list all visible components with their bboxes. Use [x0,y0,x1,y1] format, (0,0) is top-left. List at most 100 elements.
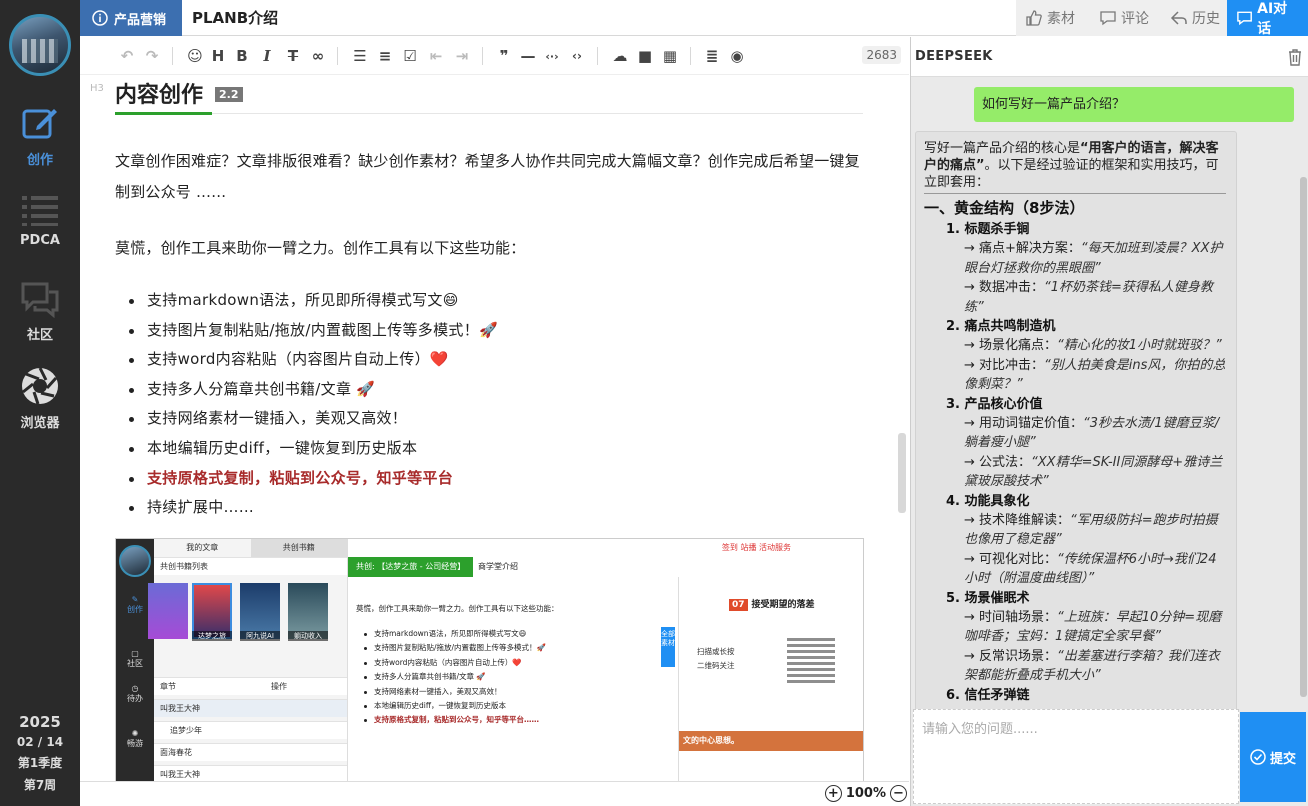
indent-icon[interactable]: ⇥ [452,46,472,66]
list-item: 持续扩展中…… [115,493,875,523]
chat-bubble-icon [1237,11,1252,26]
divider [337,47,338,65]
list-item: 支持word内容粘贴（内容图片自动上传）❤️ [115,345,875,375]
shot-top-links: 签到 站播 活动服务 [721,543,791,552]
shot-scan-text: 扫描或长按 二维码关注 [697,647,735,670]
quarter: 第1季度 [17,756,63,770]
code-block-icon[interactable]: ‹› [567,46,587,66]
shot-intro: 莫慌，创作工具来助你一臂之力。创作工具有以下这些功能： [356,604,559,613]
ai-scrollbar[interactable] [1300,177,1307,697]
material-label: 素材 [1047,11,1075,27]
shot-tabs: 我的文章 共创书籍 [154,539,347,557]
upload-icon[interactable]: ☁ [610,46,630,66]
ai-sections: 1. 标题杀手锏 → 痛点+解决方案：“每天加班到凌晨？XX护眼台灯拯救你的黑眼圈… [924,220,1226,705]
ai-section-line: → 可视化对比：“传统保温杯6小时→我们24小时（附温度曲线图）” [964,551,1217,587]
list-item: 本地编辑历史diff，一键恢复到历史版本 [115,434,875,464]
question-input[interactable] [914,710,1238,803]
ai-section-title: 3. 产品核心价值 [946,396,1043,412]
top-bar: 产品营销 PLANB介绍 素材 评论 历史 AI对话 [80,0,1308,37]
shot-side-item: ▢ 社区 [127,649,143,668]
ai-section-line: → 技术降维解读：“军用级防抖=跑步时拍摄也像用了稳定器” [964,512,1218,548]
heading-icon[interactable]: H [208,46,228,66]
submit-button[interactable]: 提交 [1240,712,1306,802]
divider [597,47,598,65]
editor-content[interactable]: H3 内容创作 2.2 文章创作困难症？文章排版很难看？缺少创作素材？希望多人协作… [80,75,909,781]
bullet-list-icon[interactable]: ☰ [350,46,370,66]
shot-chapter-header: 章节 操作 [154,677,347,695]
divider [482,47,483,65]
ai-chat-label: AI对话 [1257,1,1288,37]
emoji-icon[interactable]: ☺ [185,46,205,66]
sidebar-item-browser[interactable]: 浏览器 [0,366,80,431]
ai-section-title: 4. 功能具象化 [946,493,1030,509]
preview-eye-icon[interactable]: ◉ [727,46,747,66]
shot-main: 签到 站播 活动服务 共创: 【达梦之旅 - 公司经营】 商学堂介绍 莫慌，创作… [348,539,863,781]
doc-title: PLANB介绍 [192,9,279,27]
ai-section-title: 5. 场景催眠术 [946,590,1030,606]
shot-side-item: ✺ 畅游 [127,729,143,748]
list-item: 支持网络素材一键插入，美观又高效！ [115,404,875,434]
history-label: 历史 [1192,11,1220,27]
trash-icon[interactable] [1287,48,1303,66]
inline-code-icon[interactable]: ‹·› [542,46,562,66]
category-badge[interactable]: 产品营销 [80,0,182,36]
week: 第7周 [23,778,57,792]
undo-icon[interactable]: ↶ [117,46,137,66]
history-button[interactable]: 历史 [1161,0,1231,36]
quote-icon[interactable]: ❞ [494,46,514,66]
zoom-out-icon[interactable]: − [890,785,907,802]
checklist-icon[interactable]: ☑ [400,46,420,66]
edit-icon [22,109,57,139]
sidebar-item-pdca[interactable]: PDCA [0,193,80,248]
align-icon[interactable]: ≣ [702,46,722,66]
link-icon[interactable]: ∞ [308,46,328,66]
shot-banner: 文的中心思想。 [679,731,863,751]
check-circle-icon [1250,749,1266,765]
camera-icon[interactable]: ■ [635,46,655,66]
section-heading-text: 内容创作 [115,83,204,108]
question-input-box[interactable] [913,709,1239,804]
sidebar-item-label: 创作 [26,153,53,168]
date-panel: 2025 02 / 14 第1季度 第7周 [0,713,80,798]
heading-underline-accent [115,112,212,115]
qr-code [787,635,835,683]
shot-chapter-row: 面海春花 [154,743,347,761]
material-button[interactable]: 素材 [1016,0,1090,36]
sidebar-item-community[interactable]: 社区 [0,280,80,343]
divider [924,193,1226,194]
table-icon[interactable]: ▦ [660,46,680,66]
ordered-list-icon[interactable]: ≡ [375,46,395,66]
bold-icon[interactable]: B [232,46,252,66]
thumb-up-icon [1026,10,1042,26]
comment-button[interactable]: 评论 [1090,0,1161,36]
ai-section-title: 6. 信任矛弹链 [946,687,1030,703]
book-cover [148,583,188,639]
heading-underline [115,113,863,114]
editor-scrollbar[interactable] [898,433,906,513]
list-item: 支持markdown语法，所见即所得模式写文😄 [115,286,875,316]
ai-section-line: → 场景化痛点：“精心化的妆1小时就斑驳？” [964,338,1222,353]
redo-icon[interactable]: ↷ [142,46,162,66]
shot-material-tab: 全部素材 [661,627,675,667]
feature-list: 支持markdown语法，所见即所得模式写文😄 支持图片复制粘贴/拖放/内置截图… [115,286,875,523]
status-bar: + 100% − [80,781,909,806]
ai-section-title: 2. 痛点共鸣制造机 [946,319,1056,334]
strike-icon[interactable]: T [283,46,303,66]
ai-section-line: → 时间轴场景：“上班族：早起10分钟=现磨咖啡香；宝妈：1键搞定全家早餐” [964,609,1222,645]
ai-chat-button[interactable]: AI对话 [1227,0,1308,37]
ai-section-line: → 数据冲击：“1杯奶茶钱=获得私人健身教练” [964,280,1213,315]
shot-chapter-row: 追梦少年 [154,721,347,739]
italic-icon[interactable]: I [257,46,277,66]
shot-panel: 07 接受期望的落差 扫描或长按 二维码关注 文的中心思想。 [678,577,863,781]
left-sidebar: 创作 PDCA 社区 浏览器 2025 02 / 14 第1季度 第7周 [0,0,80,806]
shot-sidebar: ✎ 创作 ▢ 社区 ◷ 待办 ✺ 畅游 [116,539,154,781]
category-label: 产品营销 [114,12,167,28]
hr-icon[interactable]: — [518,46,538,66]
sidebar-item-create[interactable]: 创作 [0,103,80,168]
zoom-in-icon[interactable]: + [824,785,842,802]
ai-intro: 写好一篇产品介绍的核心是“用客户的语言，解决客户的痛点”。以下是经过验证的框架和… [924,141,1219,190]
avatar[interactable] [9,14,71,76]
comment-icon [1100,11,1116,26]
outdent-icon[interactable]: ⇤ [426,46,446,66]
shot-chapter-row: 叫我王大神 [154,699,347,717]
